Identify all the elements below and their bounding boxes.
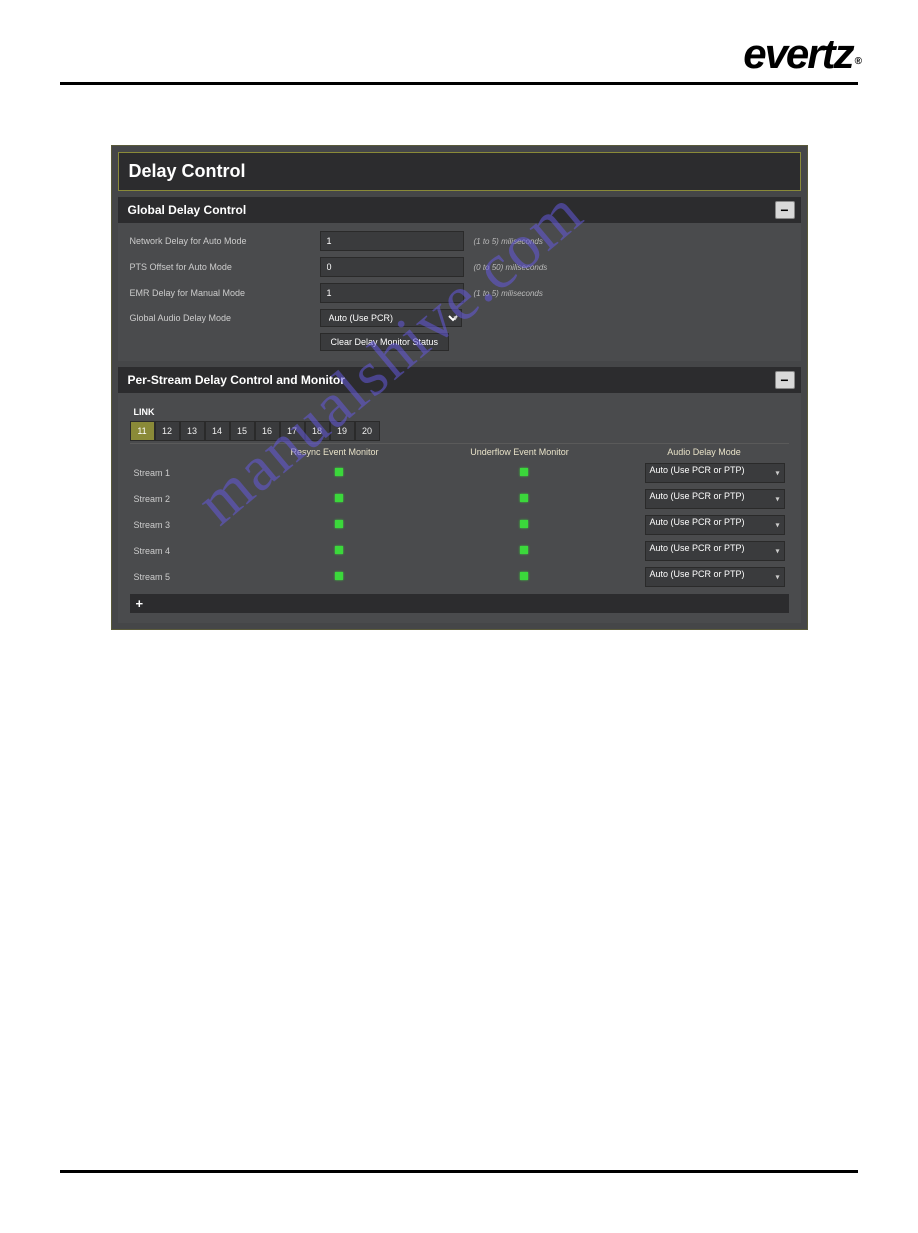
audio-delay-mode-select[interactable]: Auto (Use PCR or PTP)▾ [645,463,785,483]
header-bar: evertz® [60,30,858,85]
stream-name: Stream 2 [130,494,254,504]
link-label: LINK [134,407,789,417]
audio-delay-mode-select[interactable]: Auto (Use PCR or PTP)▾ [645,541,785,561]
section-title: Global Delay Control [128,203,247,217]
col-mode: Audio Delay Mode [620,447,789,457]
field-label: Network Delay for Auto Mode [130,236,320,246]
link-tab-17[interactable]: 17 [280,421,305,441]
audio-delay-mode-select[interactable]: Auto (Use PCR or PTP)▾ [645,567,785,587]
audio-delay-mode-select[interactable]: Auto (Use PCR or PTP)▾ [645,515,785,535]
section-header-global: Global Delay Control − [118,197,801,223]
chevron-down-icon: ▾ [775,521,779,530]
form-row: EMR Delay for Manual Mode (1 to 5) milis… [130,283,789,303]
field-hint: (1 to 5) miliseconds [474,289,543,298]
field-label: PTS Offset for Auto Mode [130,262,320,272]
resync-led-icon [335,546,343,554]
link-tab-19[interactable]: 19 [330,421,355,441]
section-title: Per-Stream Delay Control and Monitor [128,373,345,387]
pts-offset-input[interactable] [320,257,464,277]
stream-row: Stream 1 Auto (Use PCR or PTP)▾ [130,460,789,486]
stream-name: Stream 3 [130,520,254,530]
stream-name: Stream 5 [130,572,254,582]
underflow-led-icon [520,494,528,502]
resync-led-icon [335,572,343,580]
stream-row: Stream 2 Auto (Use PCR or PTP)▾ [130,486,789,512]
form-row: Global Audio Delay Mode Auto (Use PCR) ▾ [130,309,789,327]
link-tabs: 11121314151617181920 [130,421,789,441]
chevron-down-icon: ▾ [775,573,779,582]
add-row-button[interactable]: + [130,594,789,613]
footer-rule [60,1170,858,1173]
perstream-body: LINK 11121314151617181920 Resync Event M… [118,393,801,623]
col-underflow: Underflow Event Monitor [420,447,620,457]
app-window: Delay Control Global Delay Control − Net… [111,145,808,630]
per-stream-section: Per-Stream Delay Control and Monitor − L… [118,367,801,623]
collapse-button[interactable]: − [775,201,795,219]
form-row: Network Delay for Auto Mode (1 to 5) mil… [130,231,789,251]
underflow-led-icon [520,572,528,580]
stream-grid: Resync Event Monitor Underflow Event Mon… [130,443,789,590]
global-delay-section: Global Delay Control − Network Delay for… [118,197,801,361]
link-tab-15[interactable]: 15 [230,421,255,441]
underflow-led-icon [520,546,528,554]
link-tab-18[interactable]: 18 [305,421,330,441]
chevron-down-icon: ▾ [775,469,779,478]
field-hint: (1 to 5) miliseconds [474,237,543,246]
link-tab-14[interactable]: 14 [205,421,230,441]
resync-led-icon [335,520,343,528]
audio-delay-mode-select[interactable]: Auto (Use PCR or PTP)▾ [645,489,785,509]
form-row: PTS Offset for Auto Mode (0 to 50) milis… [130,257,789,277]
field-label: Global Audio Delay Mode [130,313,320,323]
field-label: EMR Delay for Manual Mode [130,288,320,298]
global-audio-mode-select[interactable]: Auto (Use PCR) [320,309,462,327]
stream-name: Stream 4 [130,546,254,556]
chevron-down-icon: ▾ [775,547,779,556]
grid-header: Resync Event Monitor Underflow Event Mon… [130,444,789,460]
stream-name: Stream 1 [130,468,254,478]
underflow-led-icon [520,520,528,528]
emr-delay-input[interactable] [320,283,464,303]
resync-led-icon [335,468,343,476]
field-hint: (0 to 50) miliseconds [474,263,548,272]
collapse-button[interactable]: − [775,371,795,389]
link-tab-12[interactable]: 12 [155,421,180,441]
stream-row: Stream 5 Auto (Use PCR or PTP)▾ [130,564,789,590]
brand-logo: evertz® [743,30,858,78]
global-body: Network Delay for Auto Mode (1 to 5) mil… [118,223,801,361]
clear-delay-monitor-button[interactable]: Clear Delay Monitor Status [320,333,450,351]
link-tab-13[interactable]: 13 [180,421,205,441]
chevron-down-icon: ▾ [775,495,779,504]
network-delay-input[interactable] [320,231,464,251]
stream-row: Stream 3 Auto (Use PCR or PTP)▾ [130,512,789,538]
underflow-led-icon [520,468,528,476]
section-header-perstream: Per-Stream Delay Control and Monitor − [118,367,801,393]
link-tab-20[interactable]: 20 [355,421,380,441]
page-title: Delay Control [118,152,801,191]
col-resync: Resync Event Monitor [250,447,420,457]
link-tab-16[interactable]: 16 [255,421,280,441]
link-tab-11[interactable]: 11 [130,421,155,441]
stream-row: Stream 4 Auto (Use PCR or PTP)▾ [130,538,789,564]
resync-led-icon [335,494,343,502]
